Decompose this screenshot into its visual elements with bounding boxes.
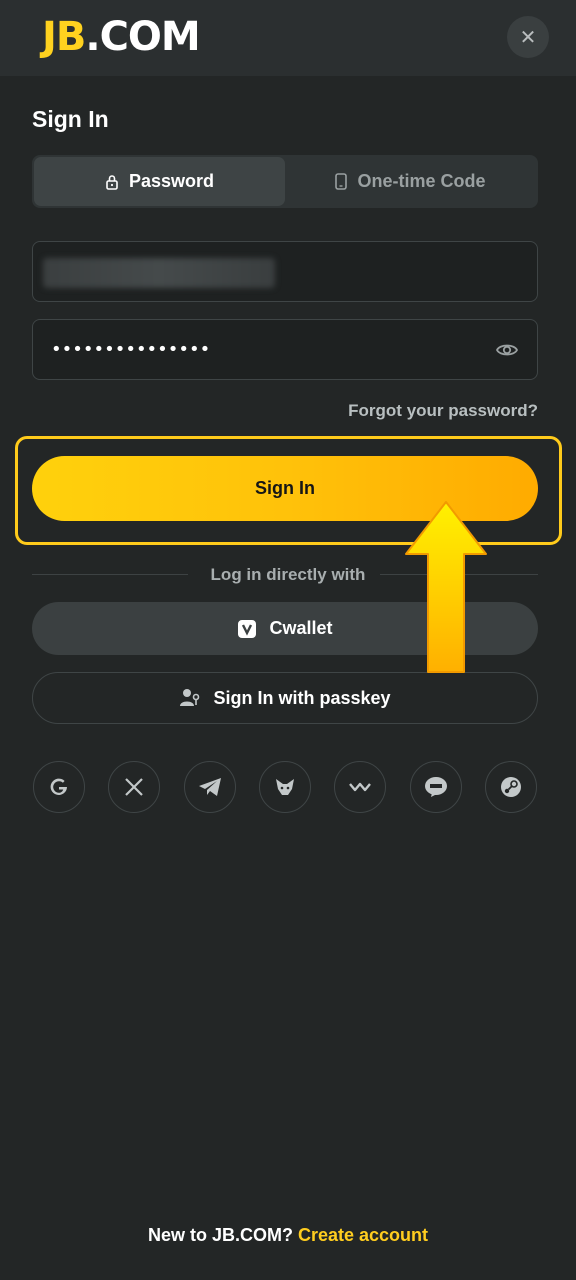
- eye-icon[interactable]: [495, 339, 519, 361]
- google-login-button[interactable]: [33, 761, 85, 813]
- line-login-button[interactable]: [410, 761, 462, 813]
- passkey-icon: [180, 689, 200, 706]
- metamask-login-button[interactable]: [259, 761, 311, 813]
- metamask-icon: [276, 779, 294, 795]
- google-icon: [50, 778, 67, 795]
- walletconnect-icon: [349, 782, 371, 792]
- steam-login-button[interactable]: [485, 761, 537, 813]
- steam-icon: [501, 777, 521, 797]
- top-bar: JB.COM ✕: [0, 0, 576, 76]
- sign-in-button-label: Sign In: [255, 478, 315, 498]
- create-account-link[interactable]: Create account: [298, 1225, 428, 1245]
- password-value: •••••••••••••••: [51, 339, 211, 360]
- cwallet-icon: [238, 619, 257, 638]
- tab-password[interactable]: Password: [34, 157, 285, 206]
- close-button[interactable]: ✕: [507, 16, 549, 58]
- redacted-email-value: [43, 258, 275, 288]
- password-field[interactable]: •••••••••••••••: [32, 319, 538, 380]
- footer-question: New to JB.COM?: [147, 1225, 293, 1245]
- arrow-pointer-icon: [405, 501, 487, 673]
- close-icon: ✕: [519, 26, 537, 49]
- page-title: Sign In: [32, 106, 109, 132]
- tab-one-time-code-label: One-time Code: [357, 171, 486, 191]
- logo: JB.COM: [42, 14, 201, 60]
- x-login-button[interactable]: [108, 761, 160, 813]
- phone-icon: [335, 173, 348, 190]
- email-field[interactable]: [32, 241, 538, 302]
- line-icon: [425, 777, 447, 797]
- tab-password-label: Password: [128, 171, 215, 191]
- footer: New to JB.COM? Create account: [0, 1225, 576, 1246]
- telegram-login-button[interactable]: [184, 761, 236, 813]
- login-method-tabs: Password One-time Code: [32, 155, 538, 208]
- forgot-password-link[interactable]: Forgot your password?: [348, 401, 538, 421]
- passkey-button[interactable]: Sign In with passkey: [32, 672, 538, 724]
- divider-label: Log in directly with: [210, 565, 366, 584]
- telegram-icon: [199, 778, 221, 796]
- tab-one-time-code[interactable]: One-time Code: [285, 157, 536, 206]
- x-icon: [125, 778, 143, 796]
- lock-icon: [106, 174, 118, 190]
- walletconnect-login-button[interactable]: [334, 761, 386, 813]
- cwallet-label: Cwallet: [269, 618, 333, 638]
- passkey-label: Sign In with passkey: [213, 687, 391, 708]
